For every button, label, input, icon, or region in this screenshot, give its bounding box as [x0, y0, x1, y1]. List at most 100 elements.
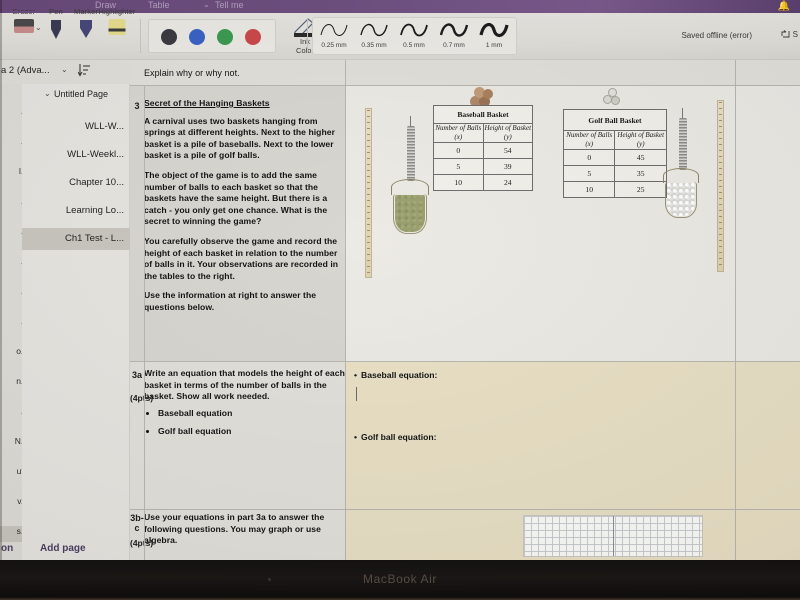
table-row: 0 54: [433, 142, 534, 159]
thickness-0-5[interactable]: 0.5 mm: [395, 20, 433, 49]
table-row: 5 39: [433, 158, 534, 175]
toolbar-divider-2: [307, 19, 308, 53]
color-swatch-blue[interactable]: [189, 29, 205, 45]
baseball-table-col-0: Number of Balls (x): [433, 123, 484, 143]
macbook-brand-label: MacBook Air: [363, 572, 437, 586]
screenshot-root: Draw Table Tell me ⌄ 🔔 ⌄ Eraser Pen: [0, 0, 800, 600]
ribbon-toolbar: ⌄ Eraser Pen Marker Highlighter: [0, 7, 800, 60]
ruler-icon-right: [717, 100, 724, 272]
pages-group-caret-icon[interactable]: ⌄: [44, 89, 51, 98]
page-item-wll-w[interactable]: WLL-W...: [22, 116, 130, 138]
screen-left-edge: [0, 0, 2, 560]
color-swatch-black[interactable]: [161, 29, 177, 45]
row-3-para-3: Use the information at right to answer t…: [144, 290, 317, 312]
baseball-r2-y: 24: [482, 174, 534, 191]
pages-group-label: Untitled Page: [54, 89, 109, 99]
notebook-name[interactable]: a 2 (Adva...: [1, 65, 50, 76]
row-3bc-para-0: Use your equations in part 3a to answer …: [144, 512, 325, 546]
golfball-spring-hook: [682, 108, 683, 118]
row-3a-bullet-0: Baseball equation: [158, 408, 345, 420]
golfball-pile-icon: [603, 88, 629, 106]
table-row: 10 24: [433, 174, 534, 191]
row-3-question: Secret of the Hanging Baskets A carnival…: [144, 98, 345, 322]
page-item-chapter-10[interactable]: Chapter 10...: [22, 172, 130, 194]
thickness-0-35[interactable]: 0.35 mm: [355, 20, 393, 49]
golfball-basket-table: Golf Ball Basket Number of Balls (x) Hei…: [562, 109, 667, 198]
row-3-number: 3: [134, 101, 140, 111]
pen-tools-group: ⌄ Eraser Pen Marker Highlighter: [2, 7, 137, 58]
sort-icon[interactable]: [77, 63, 91, 81]
golfball-r1-x: 5: [562, 165, 616, 182]
row-3-para-0: A carnival uses two baskets hanging from…: [144, 115, 336, 161]
thickness-0-25-label: 0.25 mm: [321, 42, 347, 49]
row-3bc-number: 3b-c: [130, 513, 144, 533]
row-3a-bullet-1: Golf ball equation: [158, 426, 345, 438]
document-canvas[interactable]: Explain why or why not. 3 Secret of the …: [130, 60, 800, 560]
menu-table[interactable]: Table: [148, 0, 170, 10]
golfball-table-title: Golf Ball Basket: [563, 109, 667, 131]
laptop-bezel: MacBook Air: [0, 560, 800, 600]
thickness-0-7[interactable]: 0.7 mm: [435, 20, 473, 49]
marker-icon: [77, 19, 95, 46]
bezel-dot: [268, 578, 271, 581]
page-item-learning-log[interactable]: Learning Lo...: [22, 200, 130, 222]
page-item-ch1-test-selected[interactable]: Ch1 Test - L...: [22, 228, 130, 250]
baseball-table-title: Baseball Basket: [433, 105, 533, 124]
table-row: 0 45: [562, 149, 667, 166]
thickness-1[interactable]: 1 mm: [475, 20, 513, 49]
baseball-table-col-1: Height of Basket (y): [482, 123, 534, 143]
eraser-icon: [14, 19, 34, 33]
answer-bullet-golfball: • Golf ball equation:: [354, 432, 437, 442]
rail-footer-label[interactable]: on: [1, 543, 13, 554]
color-swatch-green[interactable]: [217, 29, 233, 45]
eraser-caret-icon[interactable]: ⌄: [35, 23, 42, 32]
baseball-spring-hook: [410, 116, 411, 126]
golfball-r0-y: 45: [614, 149, 667, 166]
hanging-basket-baseballs-icon: [393, 194, 427, 234]
row-3-para-1: The object of the game is to add the sam…: [144, 169, 328, 227]
tell-me-caret-icon: ⌄: [203, 0, 210, 9]
highlighter-icon: [108, 19, 126, 35]
share-button-label: S: [792, 30, 798, 39]
share-button[interactable]: S: [781, 30, 798, 39]
baseballs-fill: [395, 195, 425, 232]
stroke-thickness-gallery: 0.25 mm 0.35 mm 0.5 mm 0.7 mm 1 mm: [312, 17, 517, 55]
menu-tell-me[interactable]: Tell me: [215, 0, 244, 10]
answer-bullet-baseball: • Baseball equation:: [354, 370, 438, 380]
baseball-basket-handle: [391, 179, 429, 195]
tool-highlighter-label: Highlighter: [98, 7, 136, 16]
add-page-button[interactable]: Add page: [40, 543, 86, 554]
golfball-table-col-1: Height of Basket (y): [614, 130, 667, 150]
pages-pane: ⌄ Untitled Page WLL-W... WLL-Weekl... Ch…: [22, 84, 130, 560]
baseball-r1-x: 5: [433, 158, 484, 175]
thickness-0-25[interactable]: 0.25 mm: [315, 20, 353, 49]
row-3a-points: (4pts): [130, 393, 154, 403]
column-divider-answer: [345, 60, 346, 560]
golfball-basket-handle: [663, 168, 699, 183]
color-swatch-red[interactable]: [245, 29, 261, 45]
row-3a-bullet-list: Baseball equation Golf ball equation: [158, 408, 345, 438]
save-status-text: Saved offline (error): [681, 31, 752, 40]
row-3a-para-0: Write an equation that models the height…: [144, 368, 345, 402]
row-3-para-2: You carefully observe the game and recor…: [144, 235, 339, 281]
ribbon-tab-underline: [2, 11, 44, 13]
thickness-0-5-label: 0.5 mm: [403, 42, 425, 49]
baseball-r2-x: 10: [433, 174, 484, 191]
toolbar-divider-1: [140, 19, 141, 53]
thickness-1-label: 1 mm: [485, 42, 503, 49]
answer-bullet-golfball-label: Golf ball equation:: [361, 432, 437, 442]
row-3-title: Secret of the Hanging Baskets: [144, 98, 270, 108]
section-header: a 2 (Adva... ⌄: [0, 60, 130, 84]
chevron-down-icon[interactable]: ⌄: [61, 65, 68, 74]
table-row: 5 35: [562, 165, 667, 182]
golfball-table-col-0: Number of Balls (x): [562, 130, 616, 150]
golfball-spring-icon: [679, 118, 687, 170]
row-3a-number: 3a: [131, 370, 142, 380]
golfball-r2-x: 10: [562, 181, 616, 198]
page-item-wll-weekly[interactable]: WLL-Weekl...: [22, 144, 130, 166]
graph-grid[interactable]: [523, 515, 703, 557]
bell-icon[interactable]: 🔔: [778, 1, 790, 12]
baseball-spring-icon: [407, 126, 415, 181]
baseball-r0-x: 0: [433, 142, 484, 159]
graph-vertical-axis: [613, 516, 614, 556]
